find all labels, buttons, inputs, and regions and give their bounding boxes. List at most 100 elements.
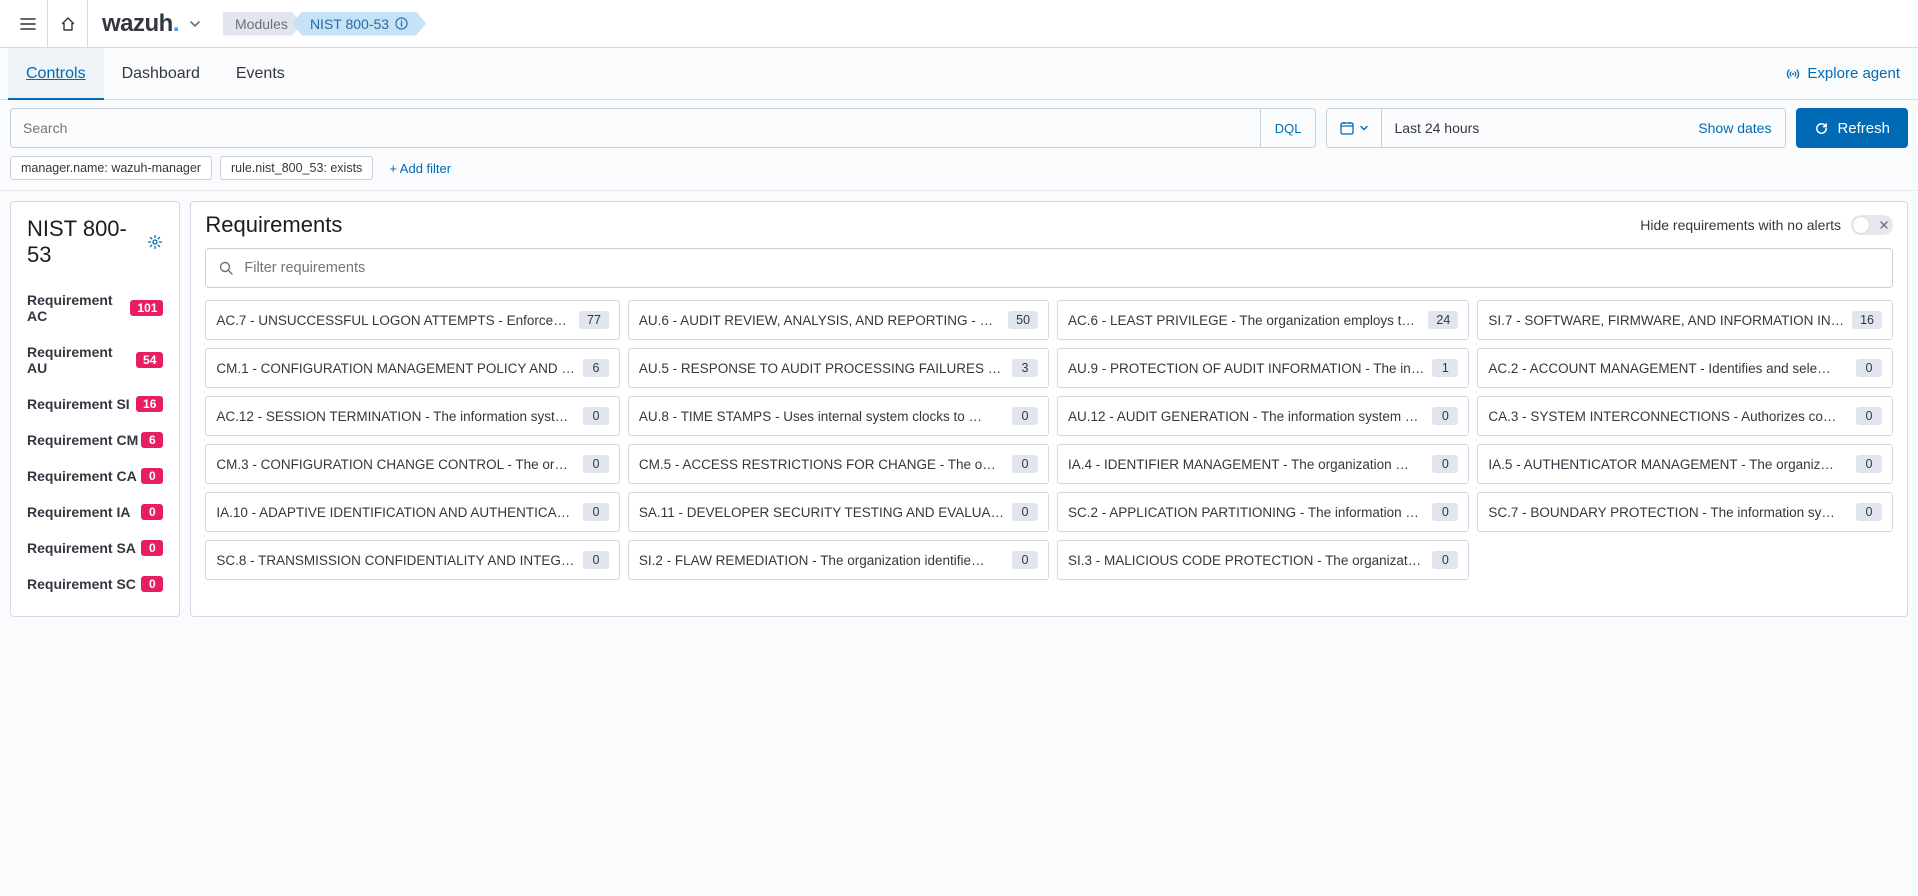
filters-row: manager.name: wazuh-manager rule.nist_80… bbox=[0, 152, 1918, 191]
tab-controls[interactable]: Controls bbox=[8, 48, 104, 99]
sidebar-item-label: Requirement IA bbox=[27, 504, 130, 520]
sidebar-item[interactable]: Requirement CM6 bbox=[27, 422, 163, 458]
requirement-card-count: 3 bbox=[1012, 359, 1038, 377]
sidebar-item[interactable]: Requirement IA0 bbox=[27, 494, 163, 530]
requirement-card[interactable]: AU.5 - RESPONSE TO AUDIT PROCESSING FAIL… bbox=[628, 348, 1049, 388]
info-icon bbox=[395, 17, 408, 30]
filter-requirements-input[interactable] bbox=[244, 260, 1880, 276]
requirement-card-count: 0 bbox=[1432, 455, 1458, 473]
requirement-card[interactable]: AU.8 - TIME STAMPS - Uses internal syste… bbox=[628, 396, 1049, 436]
tabs-row: Controls Dashboard Events Explore agent bbox=[0, 48, 1918, 100]
requirement-card[interactable]: CA.3 - SYSTEM INTERCONNECTIONS - Authori… bbox=[1477, 396, 1893, 436]
requirement-card-count: 1 bbox=[1432, 359, 1458, 377]
requirement-card-text: AC.7 - UNSUCCESSFUL LOGON ATTEMPTS - Enf… bbox=[216, 313, 571, 328]
sidebar-header: NIST 800-53 bbox=[27, 216, 163, 268]
sidebar-settings-button[interactable] bbox=[147, 234, 163, 250]
requirement-card-text: SI.3 - MALICIOUS CODE PROTECTION - The o… bbox=[1068, 553, 1424, 568]
requirement-card-count: 77 bbox=[579, 311, 609, 329]
filter-chip-manager-label: manager.name: wazuh-manager bbox=[21, 161, 201, 175]
requirements-grid: AC.7 - UNSUCCESSFUL LOGON ATTEMPTS - Enf… bbox=[205, 300, 1893, 580]
requirement-card[interactable]: AU.9 - PROTECTION OF AUDIT INFORMATION -… bbox=[1057, 348, 1469, 388]
requirement-card[interactable]: AC.2 - ACCOUNT MANAGEMENT - Identifies a… bbox=[1477, 348, 1893, 388]
requirement-card-count: 24 bbox=[1428, 311, 1458, 329]
sidebar-item-count: 6 bbox=[141, 432, 163, 448]
requirement-card-count: 6 bbox=[583, 359, 609, 377]
home-button[interactable] bbox=[48, 0, 88, 48]
refresh-label: Refresh bbox=[1837, 120, 1890, 137]
search-row: DQL Last 24 hours Show dates Refresh bbox=[0, 100, 1918, 152]
requirement-card[interactable]: AU.12 - AUDIT GENERATION - The informati… bbox=[1057, 396, 1469, 436]
hide-no-alerts-toggle[interactable] bbox=[1851, 215, 1893, 235]
sidebar-item-label: Requirement AU bbox=[27, 344, 136, 376]
sidebar-panel: NIST 800-53 Requirement AC101Requirement… bbox=[10, 201, 180, 617]
breadcrumb-current[interactable]: NIST 800-53 bbox=[292, 12, 426, 36]
requirement-card-text: CM.1 - CONFIGURATION MANAGEMENT POLICY A… bbox=[216, 361, 575, 376]
tab-dashboard[interactable]: Dashboard bbox=[104, 48, 218, 99]
requirement-card[interactable]: SC.8 - TRANSMISSION CONFIDENTIALITY AND … bbox=[205, 540, 620, 580]
requirement-card[interactable]: AC.7 - UNSUCCESSFUL LOGON ATTEMPTS - Enf… bbox=[205, 300, 620, 340]
tabs: Controls Dashboard Events bbox=[8, 48, 303, 99]
explore-agent-link[interactable]: Explore agent bbox=[1785, 65, 1910, 82]
tab-dashboard-label: Dashboard bbox=[122, 65, 200, 83]
requirement-card-count: 0 bbox=[1012, 455, 1038, 473]
sidebar-item[interactable]: Requirement AU54 bbox=[27, 334, 163, 386]
hide-no-alerts-label: Hide requirements with no alerts bbox=[1640, 217, 1841, 233]
menu-button[interactable] bbox=[8, 0, 48, 48]
requirement-card[interactable]: SA.11 - DEVELOPER SECURITY TESTING AND E… bbox=[628, 492, 1049, 532]
sidebar-item-count: 54 bbox=[136, 352, 163, 368]
time-range[interactable]: Last 24 hours bbox=[1382, 109, 1684, 147]
sidebar-items: Requirement AC101Requirement AU54Require… bbox=[27, 282, 163, 602]
search-input[interactable] bbox=[11, 109, 1260, 147]
requirement-card-count: 0 bbox=[1012, 407, 1038, 425]
requirement-card[interactable]: SI.3 - MALICIOUS CODE PROTECTION - The o… bbox=[1057, 540, 1469, 580]
filter-chip-manager[interactable]: manager.name: wazuh-manager bbox=[10, 156, 212, 180]
requirement-card[interactable]: AU.6 - AUDIT REVIEW, ANALYSIS, AND REPOR… bbox=[628, 300, 1049, 340]
top-header: wazuh. Modules NIST 800-53 bbox=[0, 0, 1918, 48]
requirement-card[interactable]: CM.1 - CONFIGURATION MANAGEMENT POLICY A… bbox=[205, 348, 620, 388]
sidebar-item-count: 101 bbox=[130, 300, 163, 316]
requirement-card[interactable]: AC.6 - LEAST PRIVILEGE - The organizatio… bbox=[1057, 300, 1469, 340]
requirement-card[interactable]: AC.12 - SESSION TERMINATION - The inform… bbox=[205, 396, 620, 436]
close-icon bbox=[1879, 220, 1889, 230]
requirement-card[interactable]: IA.10 - ADAPTIVE IDENTIFICATION AND AUTH… bbox=[205, 492, 620, 532]
sidebar-item[interactable]: Requirement CA0 bbox=[27, 458, 163, 494]
filter-chip-rule[interactable]: rule.nist_800_53: exists bbox=[220, 156, 373, 180]
sidebar-item-count: 0 bbox=[141, 576, 163, 592]
requirement-card-count: 0 bbox=[1012, 551, 1038, 569]
requirement-card[interactable]: CM.3 - CONFIGURATION CHANGE CONTROL - Th… bbox=[205, 444, 620, 484]
sidebar-item-count: 0 bbox=[141, 468, 163, 484]
calendar-button[interactable] bbox=[1327, 109, 1382, 147]
sidebar-item[interactable]: Requirement AC101 bbox=[27, 282, 163, 334]
refresh-button[interactable]: Refresh bbox=[1796, 108, 1908, 148]
requirement-card-count: 0 bbox=[583, 503, 609, 521]
filter-requirements-bar bbox=[205, 248, 1893, 288]
time-range-label: Last 24 hours bbox=[1394, 120, 1479, 136]
search-icon bbox=[218, 260, 234, 276]
requirement-card-text: AC.12 - SESSION TERMINATION - The inform… bbox=[216, 409, 575, 424]
dql-button[interactable]: DQL bbox=[1260, 109, 1316, 147]
requirement-card[interactable]: CM.5 - ACCESS RESTRICTIONS FOR CHANGE - … bbox=[628, 444, 1049, 484]
requirement-card[interactable]: SI.7 - SOFTWARE, FIRMWARE, AND INFORMATI… bbox=[1477, 300, 1893, 340]
requirement-card-count: 0 bbox=[1856, 407, 1882, 425]
sidebar-item[interactable]: Requirement SI16 bbox=[27, 386, 163, 422]
show-dates-link[interactable]: Show dates bbox=[1684, 109, 1785, 147]
breadcrumb-current-label: NIST 800-53 bbox=[310, 16, 389, 32]
add-filter-link[interactable]: + Add filter bbox=[381, 157, 459, 180]
home-icon bbox=[59, 15, 77, 33]
brand-dropdown[interactable] bbox=[187, 16, 203, 32]
requirement-card-count: 50 bbox=[1008, 311, 1038, 329]
requirement-card[interactable]: SC.7 - BOUNDARY PROTECTION - The informa… bbox=[1477, 492, 1893, 532]
requirements-title: Requirements bbox=[205, 212, 342, 238]
requirement-card[interactable]: IA.5 - AUTHENTICATOR MANAGEMENT - The or… bbox=[1477, 444, 1893, 484]
requirement-card[interactable]: IA.4 - IDENTIFIER MANAGEMENT - The organ… bbox=[1057, 444, 1469, 484]
sidebar-item[interactable]: Requirement SA0 bbox=[27, 530, 163, 566]
requirement-card[interactable]: SI.2 - FLAW REMEDIATION - The organizati… bbox=[628, 540, 1049, 580]
requirement-card[interactable]: SC.2 - APPLICATION PARTITIONING - The in… bbox=[1057, 492, 1469, 532]
sidebar-item-label: Requirement SA bbox=[27, 540, 136, 556]
calendar-icon bbox=[1339, 120, 1355, 136]
sidebar-item[interactable]: Requirement SC0 bbox=[27, 566, 163, 602]
breadcrumb-modules[interactable]: Modules bbox=[223, 12, 302, 36]
brand: wazuh. bbox=[88, 10, 217, 38]
tab-events[interactable]: Events bbox=[218, 48, 303, 99]
requirement-card-text: IA.4 - IDENTIFIER MANAGEMENT - The organ… bbox=[1068, 457, 1424, 472]
